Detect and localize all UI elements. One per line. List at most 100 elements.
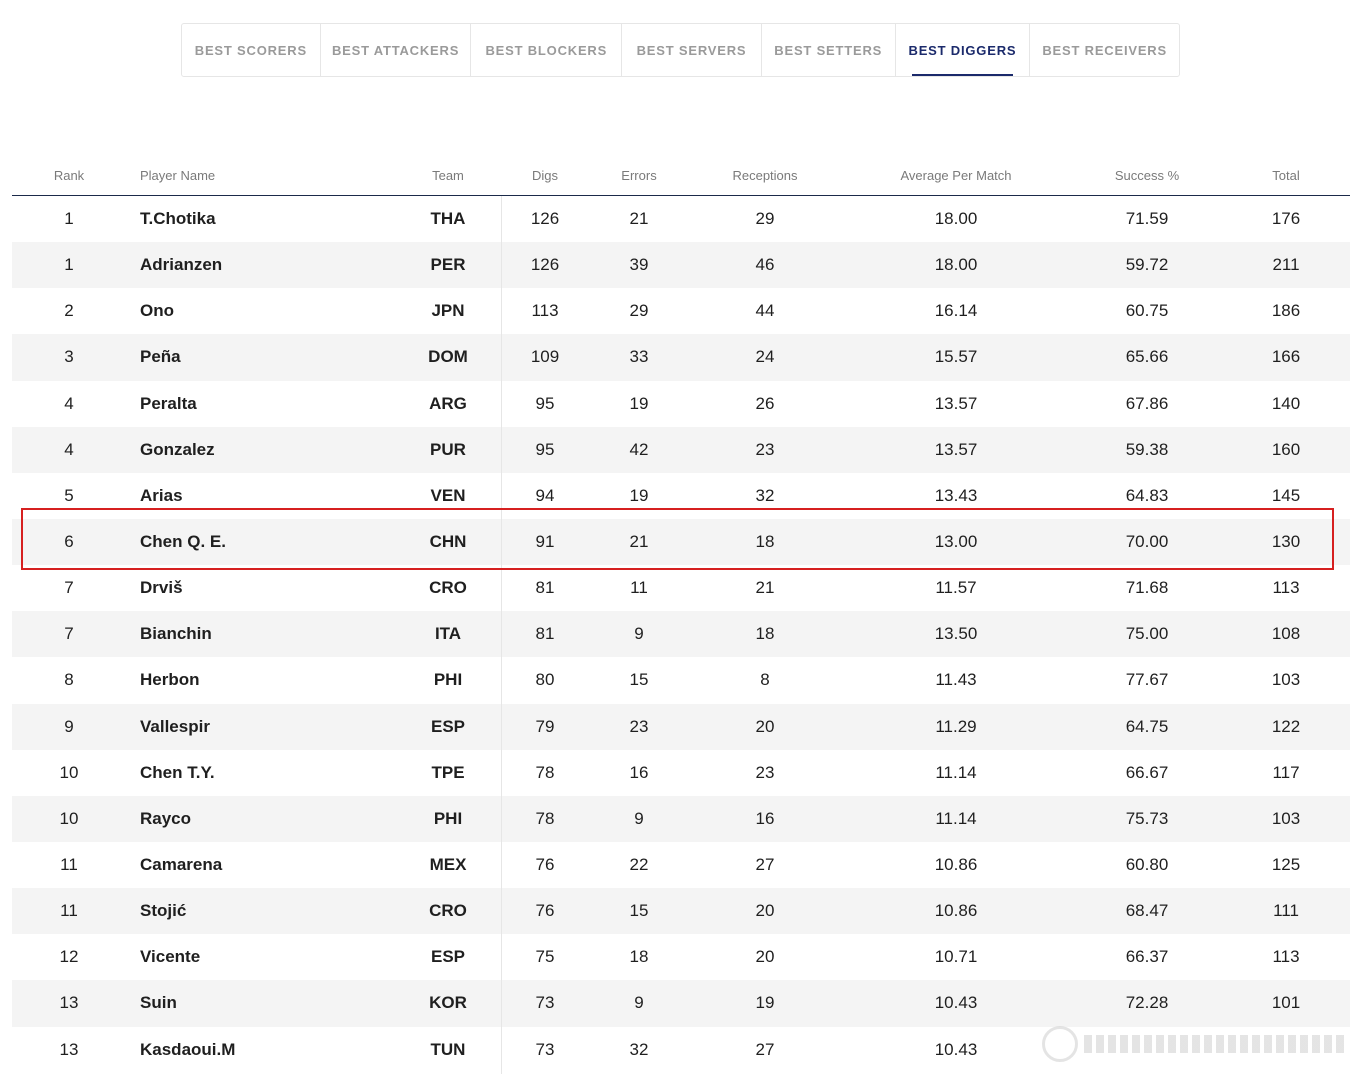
table-row[interactable]: 13 Suin KOR 73 9 19 10.43 72.28 101 [12, 980, 1350, 1027]
cell-player[interactable]: Bianchin [140, 624, 212, 644]
table-row[interactable]: 7 Drviš CRO 81 11 21 11.57 71.68 113 [12, 565, 1350, 611]
cell-player[interactable]: Chen Q. E. [140, 532, 226, 552]
table-row[interactable]: 4 Peralta ARG 95 19 26 13.57 67.86 140 [12, 381, 1350, 427]
cell-digs: 79 [535, 716, 555, 736]
table-row[interactable]: 4 Gonzalez PUR 95 42 23 13.57 59.38 160 [12, 426, 1350, 473]
cell-receptions: 46 [755, 255, 775, 275]
tab-best-servers[interactable]: BEST SERVERS [622, 24, 762, 76]
cell-player[interactable]: Stojić [140, 901, 186, 921]
cell-team: CRO [429, 901, 467, 921]
cell-team: CHN [429, 532, 467, 552]
cell-total: 113 [1272, 947, 1300, 967]
cell-receptions: 21 [755, 578, 775, 598]
cell-player[interactable]: Peña [140, 347, 181, 367]
table-row[interactable]: 12 Vicente ESP 75 18 20 10.71 66.37 113 [12, 934, 1350, 980]
cell-errors: 32 [629, 1039, 649, 1059]
cell-player[interactable]: Arias [140, 486, 183, 506]
cell-rank: 1 [64, 209, 74, 229]
cell-total: 186 [1271, 301, 1301, 321]
header-receptions[interactable]: Receptions [732, 168, 797, 183]
header-errors[interactable]: Errors [621, 168, 656, 183]
cell-player[interactable]: T.Chotika [140, 209, 216, 229]
cell-rank: 12 [59, 947, 79, 967]
cell-success: 59.72 [1125, 255, 1169, 275]
table-row[interactable]: 8 Herbon PHI 80 15 8 11.43 77.67 103 [12, 657, 1350, 703]
table-row[interactable]: 3 Peña DOM 109 33 24 15.57 65.66 166 [12, 334, 1350, 381]
cell-total: 103 [1271, 808, 1301, 828]
cell-errors: 29 [629, 301, 649, 321]
cell-rank: 6 [64, 532, 74, 552]
cell-total: 111 [1273, 901, 1299, 921]
header-team[interactable]: Team [432, 168, 464, 183]
cell-team: TUN [430, 1039, 466, 1059]
header-digs[interactable]: Digs [532, 168, 558, 183]
cell-player[interactable]: Herbon [140, 670, 200, 690]
table-row[interactable]: 7 Bianchin ITA 81 9 18 13.50 75.00 108 [12, 611, 1350, 658]
cell-success: 60.80 [1125, 855, 1169, 875]
cell-player[interactable]: Gonzalez [140, 440, 215, 460]
cell-errors: 39 [629, 255, 649, 275]
cell-avg: 11.57 [935, 578, 977, 598]
watermark-text-graphic [1084, 1035, 1348, 1053]
cell-avg: 11.43 [935, 670, 977, 690]
cell-receptions: 27 [755, 855, 775, 875]
cell-receptions: 44 [755, 301, 775, 321]
header-success-percent[interactable]: Success % [1115, 168, 1179, 183]
tab-best-attackers[interactable]: BEST ATTACKERS [321, 24, 472, 76]
cell-player[interactable]: Kasdaoui.M [140, 1040, 235, 1060]
table-row[interactable]: 1 Adrianzen PER 126 39 46 18.00 59.72 211 [12, 242, 1350, 289]
cell-total: 130 [1271, 532, 1301, 552]
cell-digs: 78 [535, 762, 555, 782]
table-row[interactable]: 9 Vallespir ESP 79 23 20 11.29 64.75 122 [12, 703, 1350, 750]
table-header: Rank Player Name Team Digs Errors Recept… [12, 158, 1350, 196]
cell-team: ESP [430, 947, 466, 967]
header-average-per-match[interactable]: Average Per Match [900, 168, 1011, 183]
cell-avg: 11.29 [935, 716, 977, 736]
tab-label: BEST DIGGERS [908, 42, 1017, 58]
cell-avg: 13.43 [934, 485, 978, 505]
cell-success: 59.38 [1125, 439, 1169, 459]
cell-player[interactable]: Peralta [140, 394, 197, 414]
table-row[interactable]: 11 Stojić CRO 76 15 20 10.86 68.47 111 [12, 888, 1350, 935]
cell-team: PUR [430, 439, 466, 459]
tab-label: BEST SERVERS [636, 42, 747, 58]
cell-player[interactable]: Ono [140, 301, 174, 321]
header-total[interactable]: Total [1272, 168, 1299, 183]
header-player-name[interactable]: Player Name [140, 168, 215, 183]
cell-success: 75.73 [1125, 808, 1169, 828]
tab-best-receivers[interactable]: BEST RECEIVERS [1030, 24, 1179, 76]
cell-rank: 5 [64, 485, 74, 505]
cell-success: 64.75 [1125, 716, 1169, 736]
cell-rank: 13 [59, 993, 79, 1013]
cell-team: ITA [434, 624, 462, 644]
tab-best-setters[interactable]: BEST SETTERS [762, 24, 896, 76]
cell-success: 71.59 [1125, 209, 1169, 229]
table-row[interactable]: 1 T.Chotika THA 126 21 29 18.00 71.59 176 [12, 196, 1350, 242]
cell-player[interactable]: Chen T.Y. [140, 763, 215, 783]
cell-player[interactable]: Camarena [140, 855, 222, 875]
tab-best-diggers[interactable]: BEST DIGGERS [896, 24, 1031, 76]
cell-player[interactable]: Rayco [140, 809, 191, 829]
table-row[interactable]: 10 Rayco PHI 78 9 16 11.14 75.73 103 [12, 795, 1350, 842]
cell-player[interactable]: Drviš [140, 578, 183, 598]
cell-player[interactable]: Adrianzen [140, 255, 222, 275]
cell-receptions: 26 [755, 393, 775, 413]
table-row[interactable]: 11 Camarena MEX 76 22 27 10.86 60.80 125 [12, 842, 1350, 888]
table-row[interactable]: 2 Ono JPN 113 29 44 16.14 60.75 186 [12, 288, 1350, 334]
cell-player[interactable]: Vicente [140, 947, 200, 967]
cell-total: 122 [1271, 716, 1301, 736]
table-row[interactable]: 5 Arias VEN 94 19 32 13.43 64.83 145 [12, 473, 1350, 519]
cell-rank: 4 [64, 439, 74, 459]
cell-player[interactable]: Suin [140, 993, 177, 1013]
table-row[interactable]: 10 Chen T.Y. TPE 78 16 23 11.14 66.67 117 [12, 750, 1350, 796]
tab-best-scorers[interactable]: BEST SCORERS [182, 24, 321, 76]
header-rank[interactable]: Rank [54, 168, 84, 183]
table-row[interactable]: 6 Chen Q. E. CHN 91 21 18 13.00 70.00 130 [12, 518, 1350, 566]
cell-success: 75.00 [1125, 624, 1169, 644]
cell-rank: 10 [59, 808, 79, 828]
cell-rank: 3 [64, 347, 74, 367]
cell-player[interactable]: Vallespir [140, 717, 210, 737]
tab-best-blockers[interactable]: BEST BLOCKERS [471, 24, 623, 76]
cell-team: MEX [429, 855, 467, 875]
cell-errors: 18 [629, 947, 649, 967]
